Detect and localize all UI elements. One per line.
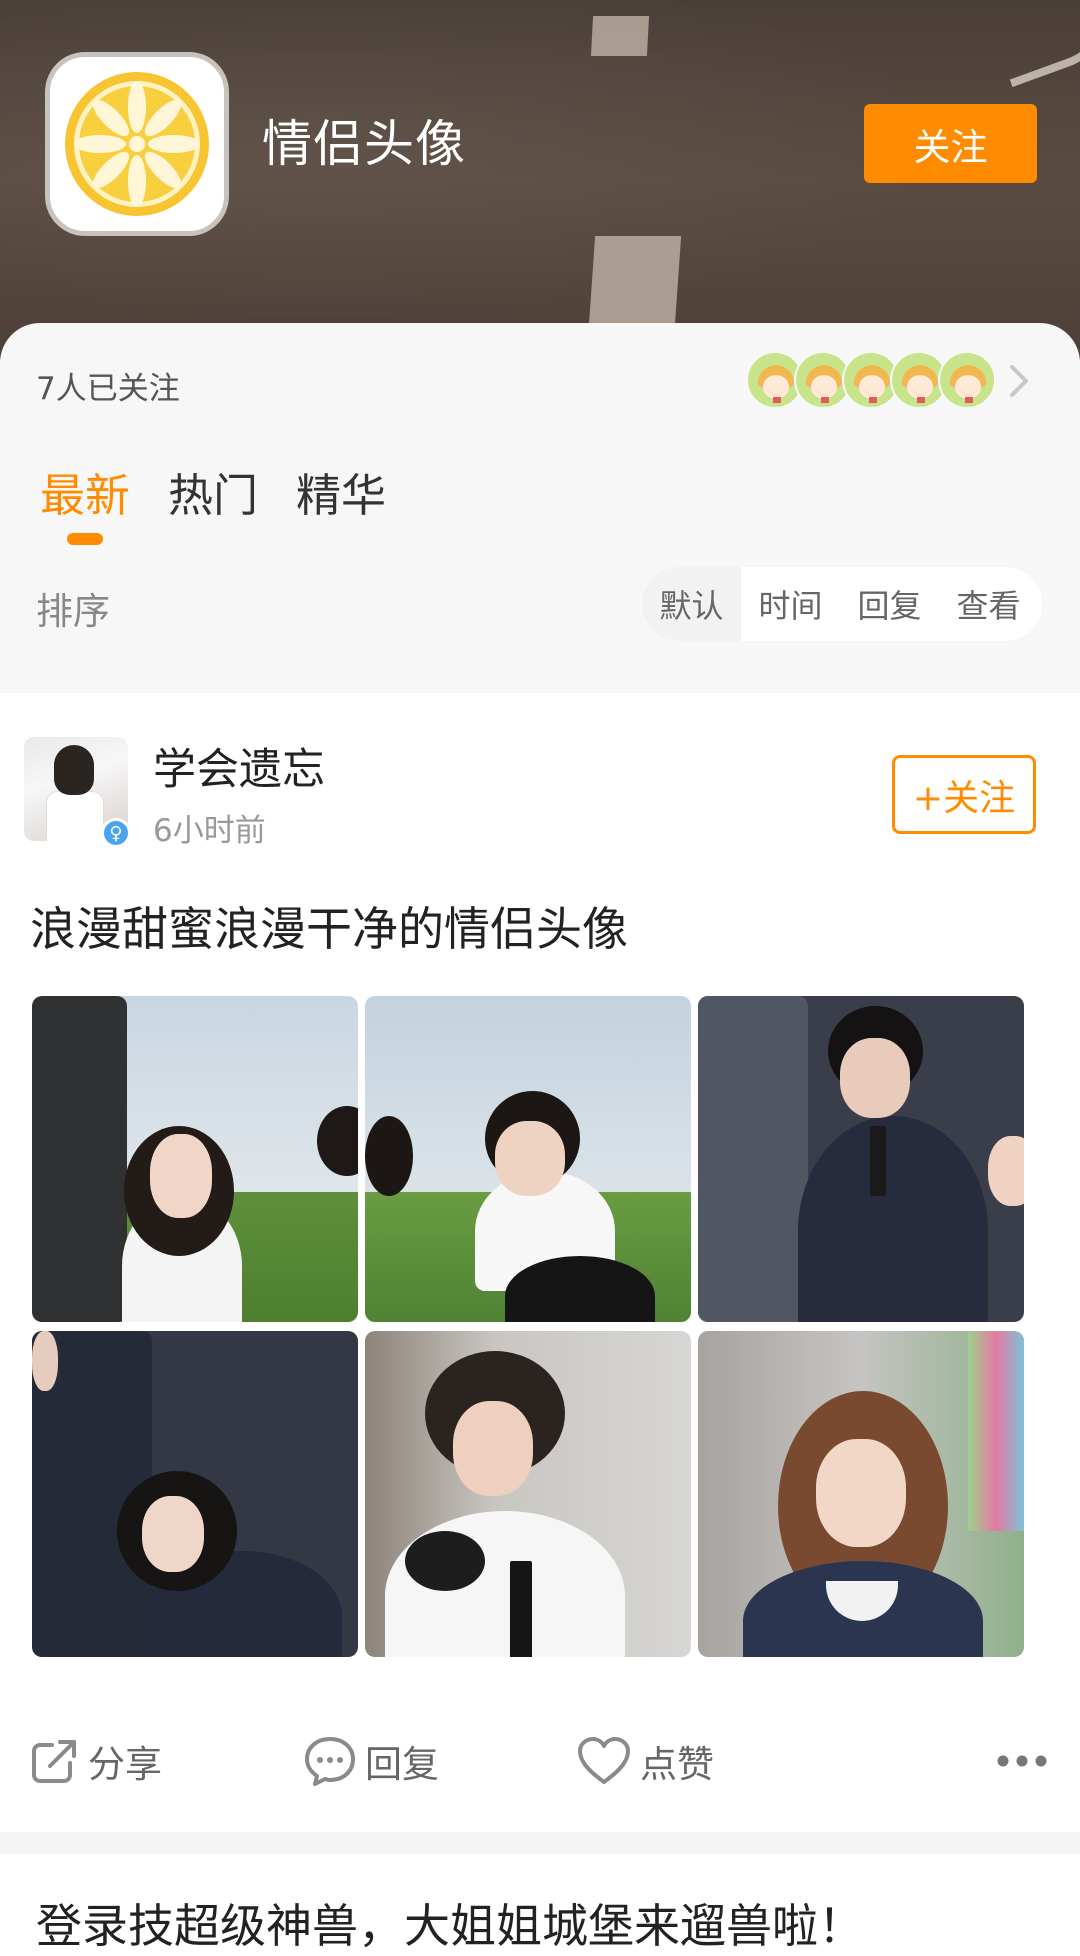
post-item[interactable]: ♀ 学会遗忘 6小时前 +关注 浪漫甜蜜浪漫干净的情侣头像: [0, 693, 1080, 1833]
author-name[interactable]: 学会遗忘: [153, 735, 325, 797]
sort-time-button[interactable]: 时间: [741, 567, 840, 641]
background-road-curve: [974, 0, 1080, 88]
topic-header: 情侣头像 关注: [0, 0, 1080, 360]
comment-icon: [305, 1737, 355, 1786]
heart-icon: [578, 1737, 630, 1784]
follower-avatar: [938, 351, 996, 409]
next-post-title[interactable]: 登录技超级神兽，大姐姐城堡来遛兽啦！: [36, 1890, 864, 1956]
like-button[interactable]: 点赞: [576, 1734, 714, 1788]
like-label: 点赞: [640, 1743, 714, 1786]
sort-options: 默认 时间 回复 查看: [642, 567, 1042, 641]
post-image[interactable]: [32, 996, 358, 1322]
reply-button[interactable]: 回复: [303, 1734, 439, 1788]
follower-avatars[interactable]: [746, 351, 996, 411]
lemon-icon: [65, 72, 209, 216]
follow-author-button[interactable]: +关注: [892, 755, 1036, 834]
topic-info-card: 7人已关注 最新 热门 精华 排序 默认 时间 回复 查看: [0, 323, 1080, 693]
sort-views-button[interactable]: 查看: [939, 567, 1038, 641]
post-image[interactable]: [698, 996, 1024, 1322]
feed-tabs: 最新 热门 精华: [40, 459, 424, 524]
followers-count[interactable]: 7人已关注: [36, 363, 180, 408]
post-time: 6小时前: [153, 813, 266, 849]
share-label: 分享: [88, 1743, 162, 1786]
post-image[interactable]: [32, 1331, 358, 1657]
post-image[interactable]: [365, 1331, 691, 1657]
chevron-right-icon[interactable]: [1004, 363, 1034, 399]
topic-title: 情侣头像: [262, 115, 466, 173]
post-image[interactable]: [698, 1331, 1024, 1657]
reply-label: 回复: [365, 1743, 439, 1786]
post-divider: [0, 1832, 1080, 1854]
active-tab-indicator: [67, 533, 103, 545]
post-image[interactable]: [365, 996, 691, 1322]
tab-latest[interactable]: 最新: [40, 459, 130, 524]
background-road-mark: [590, 16, 650, 56]
post-action-bar: 分享 回复 点赞: [0, 1710, 1080, 1810]
sort-reply-button[interactable]: 回复: [840, 567, 939, 641]
tab-featured[interactable]: 精华: [296, 459, 386, 524]
female-icon: ♀: [101, 818, 131, 848]
more-options-icon[interactable]: [996, 1754, 1048, 1768]
follow-topic-button[interactable]: 关注: [864, 104, 1037, 183]
tab-hot[interactable]: 热门: [168, 459, 258, 524]
sort-label: 排序: [36, 590, 110, 633]
share-button[interactable]: 分享: [30, 1734, 162, 1788]
share-icon: [32, 1740, 76, 1783]
background-road-mark: [588, 236, 682, 326]
topic-avatar[interactable]: [45, 52, 229, 236]
sort-default-button[interactable]: 默认: [642, 567, 741, 641]
post-title[interactable]: 浪漫甜蜜浪漫干净的情侣头像: [30, 893, 628, 959]
